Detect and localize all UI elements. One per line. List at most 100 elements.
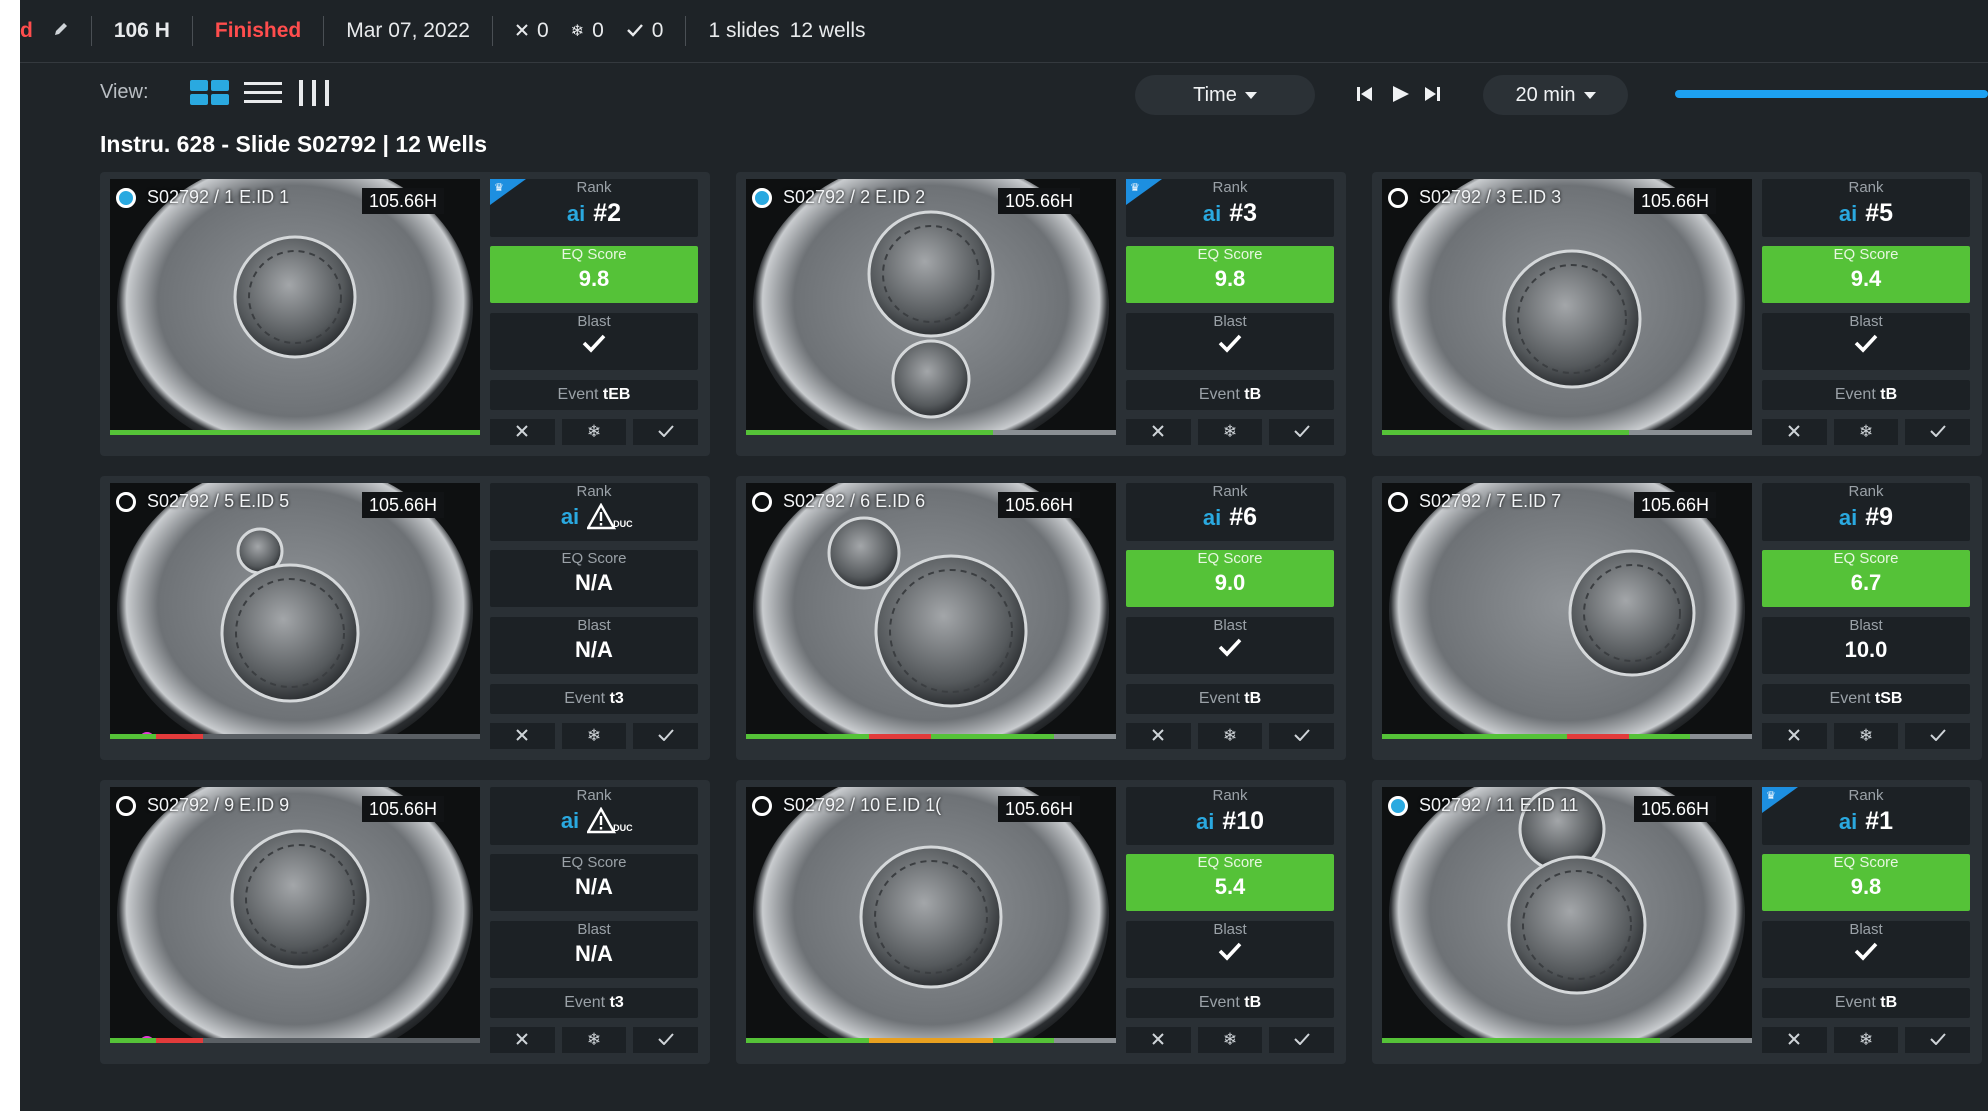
crown-icon: ♛	[1766, 790, 1776, 802]
eq-score-label: EQ Score	[561, 246, 627, 263]
transfer-button[interactable]	[633, 1027, 699, 1053]
discard-button[interactable]	[1126, 419, 1191, 445]
well-card[interactable]: S02792 / 5 E.ID 5 105.66H Rank ai DUC EQ Scor…	[100, 476, 710, 760]
partial-label: d	[20, 19, 33, 42]
well-card[interactable]: S02792 / 7 E.ID 7 105.66H Rank ai #9 EQ Score…	[1372, 476, 1982, 760]
freeze-button[interactable]: ❄	[1197, 419, 1263, 445]
well-card[interactable]: S02792 / 3 E.ID 3 105.66H Rank ai #5 EQ Score…	[1372, 172, 1982, 456]
well-card[interactable]: S02792 / 9 E.ID 9 105.66H Rank ai DUC EQ Scor…	[100, 780, 710, 1064]
blast-label: Blast	[577, 313, 611, 330]
embryo-image[interactable]: S02792 / 7 E.ID 7 105.66H	[1382, 483, 1752, 739]
eq-score-panel: EQ Score 9.4	[1762, 246, 1970, 303]
transfer-button[interactable]	[1269, 723, 1335, 749]
rank-label: Rank	[1848, 483, 1884, 500]
select-radio[interactable]	[752, 491, 772, 512]
discard-button[interactable]	[490, 723, 555, 749]
transfer-button[interactable]	[1905, 1027, 1971, 1053]
discard-button[interactable]	[1762, 419, 1827, 445]
rank-value: #2	[593, 199, 622, 227]
blast-value: N/A	[575, 941, 613, 966]
discard-button[interactable]	[1126, 723, 1191, 749]
development-timeline-bar	[746, 1038, 1116, 1043]
divider	[323, 16, 325, 46]
snowflake-icon: ❄	[1858, 1030, 1874, 1049]
discard-button[interactable]	[1762, 723, 1827, 749]
check-icon	[626, 19, 644, 43]
event-panel: Event tB	[1762, 988, 1970, 1018]
embryo-image[interactable]: S02792 / 3 E.ID 3 105.66H	[1382, 179, 1752, 435]
embryo-image[interactable]: S02792 / 10 E.ID 1(105.66H	[746, 787, 1116, 1043]
discard-button[interactable]	[490, 1027, 555, 1053]
well-header: S02792 / 3 E.ID 3	[1388, 187, 1561, 208]
transfer-button[interactable]	[1905, 723, 1971, 749]
select-radio[interactable]	[116, 491, 136, 512]
embryo-image[interactable]: S02792 / 1 E.ID 1 105.66H	[110, 179, 480, 435]
select-radio[interactable]	[1388, 187, 1408, 208]
well-card[interactable]: S02792 / 2 E.ID 2 105.66H ♛ Rank ai #3 EQ Scor…	[736, 172, 1346, 456]
event-panel: Event tB	[1126, 380, 1334, 410]
snowflake-icon: ❄	[1858, 726, 1874, 745]
rank-value: #3	[1229, 199, 1258, 227]
freeze-button[interactable]: ❄	[1833, 419, 1899, 445]
blast-label: Blast	[1849, 617, 1883, 634]
crown-icon: ♛	[494, 182, 504, 194]
discard-button[interactable]	[1762, 1027, 1827, 1053]
transfer-button[interactable]	[1269, 419, 1335, 445]
select-radio[interactable]	[752, 187, 772, 208]
freeze-button[interactable]: ❄	[561, 723, 627, 749]
decision-actions: ❄	[490, 419, 699, 445]
pencil-icon[interactable]	[53, 19, 69, 43]
rank-value: #10	[1222, 807, 1265, 835]
blast-label: Blast	[1849, 313, 1883, 330]
status-label: Finished	[214, 19, 302, 42]
freeze-button[interactable]: ❄	[1197, 723, 1263, 749]
event-panel: Event t3	[490, 988, 698, 1018]
interval-dropdown[interactable]: 20 min	[1483, 75, 1628, 115]
freeze-button[interactable]: ❄	[1197, 1027, 1263, 1053]
event-value: t3	[609, 690, 624, 707]
blast-label: Blast	[577, 921, 611, 938]
embryo-image[interactable]: S02792 / 2 E.ID 2 105.66H	[746, 179, 1116, 435]
list-view-icon[interactable]	[244, 80, 282, 111]
select-radio[interactable]	[116, 187, 136, 208]
select-radio[interactable]	[1388, 795, 1408, 816]
event-label: Event	[1834, 386, 1876, 403]
freeze-button[interactable]: ❄	[1833, 1027, 1899, 1053]
transfer-button[interactable]	[1905, 419, 1971, 445]
rank-label: Rank	[1212, 483, 1248, 500]
play-icon[interactable]	[1391, 85, 1411, 108]
discard-button[interactable]	[1126, 1027, 1191, 1053]
skip-forward-icon[interactable]	[1423, 85, 1441, 108]
discard-button[interactable]	[490, 419, 555, 445]
timeline-slider[interactable]	[1675, 90, 1988, 98]
freeze-button[interactable]: ❄	[561, 1027, 627, 1053]
select-radio[interactable]	[1388, 491, 1408, 512]
well-card[interactable]: S02792 / 6 E.ID 6 105.66H Rank ai #6 EQ Score…	[736, 476, 1346, 760]
embryo-image[interactable]: S02792 / 5 E.ID 5 105.66H	[110, 483, 480, 739]
blast-label: Blast	[1213, 921, 1247, 938]
event-value: tB	[1244, 386, 1262, 403]
well-card[interactable]: S02792 / 11 E.ID 11 105.66H ♛ Rank ai #1 EQ Sc…	[1372, 780, 1982, 1064]
transfer-button[interactable]	[633, 723, 699, 749]
embryo-image[interactable]: S02792 / 9 E.ID 9 105.66H	[110, 787, 480, 1043]
time-dropdown[interactable]: Time	[1135, 75, 1315, 115]
select-radio[interactable]	[116, 795, 136, 816]
well-card[interactable]: S02792 / 1 E.ID 1 105.66H ♛ Rank ai #2 EQ Scor…	[100, 172, 710, 456]
check-icon	[1762, 941, 1970, 967]
select-radio[interactable]	[752, 795, 772, 816]
transfer-button[interactable]	[633, 419, 699, 445]
grid-view-icon[interactable]	[190, 80, 230, 111]
blast-panel: Blast	[1126, 921, 1334, 978]
event-label: Event	[557, 386, 599, 403]
embryo-image[interactable]: S02792 / 6 E.ID 6 105.66H	[746, 483, 1116, 739]
freeze-button[interactable]: ❄	[561, 419, 627, 445]
column-view-icon[interactable]	[297, 80, 333, 111]
skip-back-icon[interactable]	[1356, 85, 1374, 108]
well-card[interactable]: S02792 / 10 E.ID 1(105.66H Rank ai #10 EQ Sc…	[736, 780, 1346, 1064]
embryo-image[interactable]: S02792 / 11 E.ID 11 105.66H	[1382, 787, 1752, 1043]
check-icon	[1929, 1030, 1946, 1050]
date-label: Mar 07, 2022	[346, 19, 470, 42]
event-value: tB	[1880, 994, 1898, 1011]
transfer-button[interactable]	[1269, 1027, 1335, 1053]
freeze-button[interactable]: ❄	[1833, 723, 1899, 749]
